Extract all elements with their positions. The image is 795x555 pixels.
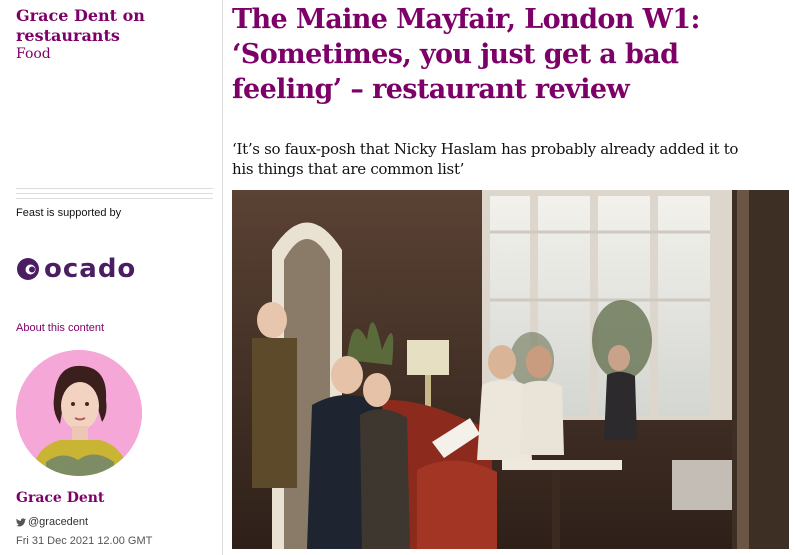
sponsor-brand: ocado <box>44 254 137 284</box>
restaurant-interior-image <box>232 190 789 549</box>
author-name[interactable]: Grace Dent <box>16 490 104 506</box>
publish-date: Fri 31 Dec 2021 12.00 GMT <box>16 535 153 547</box>
ocado-logo-icon <box>17 258 39 280</box>
about-content-link[interactable]: About this content <box>16 322 104 334</box>
divider <box>16 198 213 199</box>
sponsor-label: Feast is supported by <box>16 207 122 219</box>
sponsor-logo[interactable]: ocado <box>16 253 136 285</box>
author-portrait-image <box>16 350 142 476</box>
author-twitter[interactable]: @gracedent <box>16 516 88 528</box>
twitter-handle: @gracedent <box>28 516 89 528</box>
article-sidebar: Grace Dent on restaurants Food Feast is … <box>0 0 223 555</box>
author-avatar[interactable] <box>16 350 142 476</box>
section-label[interactable]: Food <box>16 46 51 62</box>
divider <box>16 193 213 194</box>
article-headline: The Maine Mayfair, London W1: ‘Sometimes… <box>232 4 700 105</box>
twitter-icon <box>16 517 26 526</box>
article-standfirst: ‘It’s so faux-posh that Nicky Haslam has… <box>232 140 739 178</box>
divider <box>16 188 213 189</box>
series-title[interactable]: Grace Dent on restaurants <box>16 6 216 46</box>
article-main-image[interactable] <box>232 190 789 549</box>
